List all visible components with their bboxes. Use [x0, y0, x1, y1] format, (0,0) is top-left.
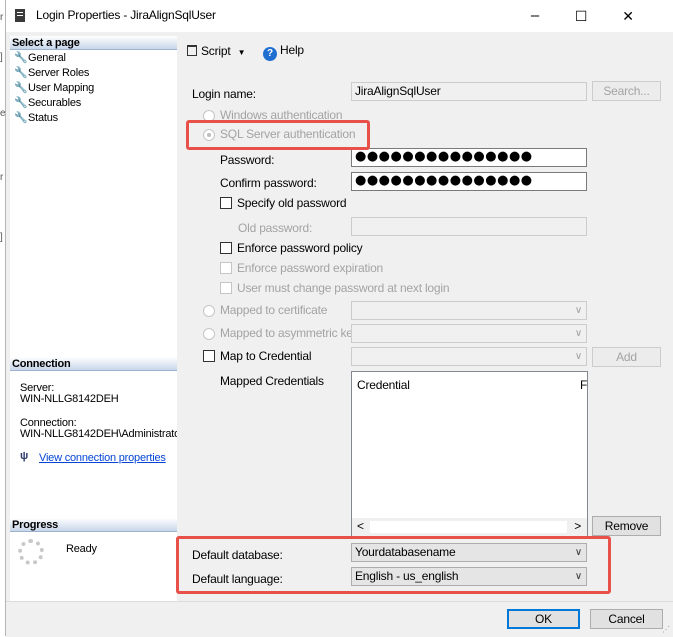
mapped-asym-key-radio[interactable] — [203, 328, 215, 340]
sql-auth-label: SQL Server authentication — [220, 127, 356, 141]
mapped-certificate-radio[interactable] — [203, 305, 215, 317]
chevron-down-icon: ∨ — [574, 305, 582, 316]
chevron-down-icon: ∨ — [574, 571, 582, 582]
wrench-icon: 🔧 — [14, 97, 28, 109]
mapped-certificate-label: Mapped to certificate — [220, 303, 328, 317]
default-language-select[interactable]: English - us_english ∨ — [351, 567, 587, 586]
maximize-button[interactable]: ☐ — [558, 0, 604, 32]
specify-old-password-checkbox[interactable] — [220, 197, 232, 209]
window-icon — [15, 9, 25, 22]
chevron-down-icon: ∨ — [574, 547, 582, 558]
default-database-label: Default database: — [192, 548, 283, 562]
enforce-policy-label: Enforce password policy — [237, 241, 363, 255]
connection-value: WIN-NLLG8142DEH\Administrato — [20, 428, 177, 440]
credential-column-header[interactable]: Credential — [357, 378, 410, 392]
login-properties-window: Login Properties - JiraAlignSqlUser – ☐ … — [5, 0, 673, 637]
page-general[interactable]: 🔧General — [14, 51, 66, 66]
chevron-down-icon: ∨ — [574, 351, 582, 362]
connection-header: Connection — [10, 357, 177, 371]
help-icon: ? — [263, 47, 277, 61]
script-button[interactable]: Script ▼ — [187, 44, 246, 60]
mapped-credentials-list[interactable]: Credential F < > — [351, 371, 588, 537]
windows-auth-label: Windows authentication — [220, 108, 343, 122]
progress-spinner-icon — [18, 539, 44, 565]
window-title: Login Properties - JiraAlignSqlUser — [36, 8, 216, 22]
cancel-button[interactable]: Cancel — [590, 609, 663, 629]
old-password-label: Old password: — [238, 221, 313, 235]
enforce-policy-checkbox[interactable] — [220, 242, 232, 254]
remove-button[interactable]: Remove — [592, 516, 661, 536]
confirm-password-field[interactable]: ●●●●●●●●●●●●●●● — [351, 172, 587, 191]
specify-old-password-label: Specify old password — [237, 196, 347, 210]
ok-button[interactable]: OK — [507, 609, 580, 629]
login-name-field[interactable]: JiraAlignSqlUser — [351, 82, 587, 101]
horizontal-scrollbar[interactable]: < > — [352, 518, 587, 536]
page-securables[interactable]: 🔧Securables — [14, 96, 81, 111]
mapped-credentials-label: Mapped Credentials — [220, 374, 324, 388]
default-database-select[interactable]: Yourdatabasename ∨ — [351, 543, 587, 562]
server-value: WIN-NLLG8142DEH — [20, 393, 119, 405]
connection-properties-icon: ψ — [20, 450, 29, 462]
progress-status: Ready — [66, 543, 97, 555]
close-button[interactable]: ✕ — [605, 0, 651, 32]
progress-header: Progress — [10, 518, 177, 532]
footer-bar: OK Cancel ⋰ — [6, 601, 673, 637]
resize-grip-icon[interactable]: ⋰ — [662, 625, 670, 634]
script-icon — [187, 45, 197, 56]
certificate-select[interactable]: ∨ — [351, 301, 587, 320]
title-bar: Login Properties - JiraAlignSqlUser – ☐ … — [6, 0, 673, 32]
wrench-icon: 🔧 — [14, 112, 28, 124]
map-to-credential-checkbox[interactable] — [203, 350, 215, 362]
chevron-down-icon[interactable]: ▼ — [238, 48, 246, 57]
scroll-right-icon[interactable]: > — [574, 519, 581, 533]
confirm-password-label: Confirm password: — [220, 176, 317, 190]
enforce-expiration-label: Enforce password expiration — [237, 261, 384, 275]
map-to-credential-label: Map to Credential — [220, 349, 312, 363]
must-change-label: User must change password at next login — [237, 281, 450, 295]
mapped-asym-key-label: Mapped to asymmetric key — [220, 326, 359, 340]
search-button[interactable]: Search... — [592, 81, 661, 101]
toolbar: Script ▼ ? Help — [179, 36, 673, 70]
password-field[interactable]: ●●●●●●●●●●●●●●● — [351, 148, 587, 167]
minimize-button[interactable]: – — [512, 0, 558, 32]
add-button[interactable]: Add — [592, 347, 661, 367]
credential-select[interactable]: ∨ — [351, 347, 587, 366]
chevron-down-icon: ∨ — [574, 328, 582, 339]
wrench-icon: 🔧 — [14, 52, 28, 64]
provider-column-header[interactable]: F — [580, 378, 587, 392]
wrench-icon: 🔧 — [14, 67, 28, 79]
left-pane: Select a page 🔧General 🔧Server Roles 🔧Us… — [10, 36, 177, 601]
windows-auth-radio[interactable] — [203, 110, 215, 122]
scroll-left-icon[interactable]: < — [357, 519, 364, 533]
old-password-field[interactable] — [351, 217, 587, 236]
select-page-header: Select a page — [10, 36, 177, 50]
asym-key-select[interactable]: ∨ — [351, 324, 587, 343]
wrench-icon: 🔧 — [14, 82, 28, 94]
help-button[interactable]: ? Help — [263, 43, 304, 61]
enforce-expiration-checkbox[interactable] — [220, 262, 232, 274]
default-language-label: Default language: — [192, 572, 283, 586]
sql-auth-radio[interactable] — [203, 129, 215, 141]
must-change-checkbox[interactable] — [220, 282, 232, 294]
login-name-label: Login name: — [192, 87, 256, 101]
view-connection-properties-link[interactable]: View connection properties — [39, 452, 166, 464]
page-user-mapping[interactable]: 🔧User Mapping — [14, 81, 94, 96]
page-status[interactable]: 🔧Status — [14, 111, 58, 126]
page-server-roles[interactable]: 🔧Server Roles — [14, 66, 89, 81]
scroll-thumb[interactable] — [370, 521, 567, 533]
password-label: Password: — [220, 153, 275, 167]
